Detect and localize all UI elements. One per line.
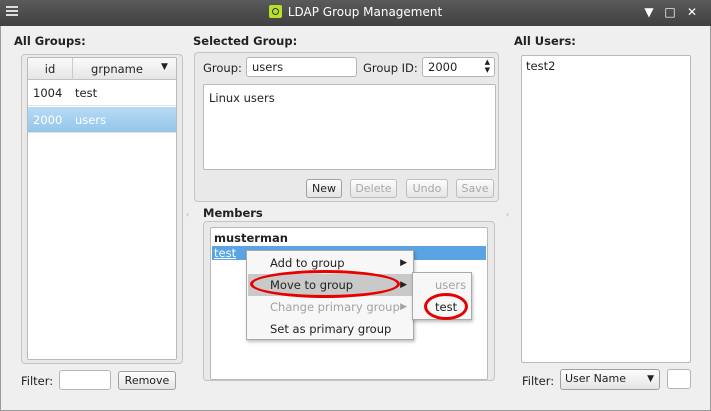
users-filter-label: Filter: [522, 374, 555, 388]
table-row-selected[interactable]: 2000 users [28, 107, 176, 133]
group-description-textarea[interactable]: Linux users [203, 84, 496, 170]
title-bar: LDAP Group Management ▼ □ ✕ [0, 0, 711, 26]
chevron-right-icon: ▶ [400, 280, 407, 290]
column-header-id[interactable]: id [28, 62, 72, 76]
row-name: test [75, 86, 98, 100]
group-name-label: Group: [203, 61, 242, 75]
close-icon[interactable]: ✕ [685, 5, 699, 19]
highlight-ellipse-test [424, 293, 468, 320]
members-label: Members [203, 206, 263, 220]
row-id: 1004 [33, 86, 63, 100]
group-id-label: Group ID: [363, 61, 418, 75]
menu-item-change-primary-group[interactable]: Change primary group ▶ [248, 296, 412, 318]
window-title: LDAP Group Management [0, 5, 711, 19]
menu-item-label: Add to group [270, 256, 345, 270]
selected-group-frame: Group: users Group ID: 2000 ▲ ▼ Linux use… [194, 52, 499, 202]
row-name: users [75, 113, 107, 127]
spin-arrows-icon[interactable]: ▲ ▼ [485, 58, 490, 74]
menu-item-set-as-primary-group[interactable]: Set as primary group [248, 318, 412, 340]
undo-button[interactable]: Undo [406, 179, 448, 198]
menu-item-label: Set as primary group [270, 322, 392, 336]
selected-group-label: Selected Group: [193, 34, 298, 48]
sort-down-icon[interactable]: ▼ [161, 62, 168, 72]
users-filter-input[interactable] [667, 369, 691, 389]
maximize-icon[interactable]: □ [663, 5, 677, 19]
chevron-down-icon: ▼ [647, 374, 654, 384]
app-icon [268, 5, 282, 18]
users-list[interactable]: test2 [521, 55, 691, 363]
main-window: All Groups: id grpname ▼ 1004 test 2000 … [0, 26, 711, 411]
delete-button[interactable]: Delete [350, 179, 397, 198]
users-filter-field-value: User Name [565, 372, 627, 385]
group-id-value: 2000 [428, 60, 458, 74]
highlight-ellipse-move-to-group [250, 270, 400, 298]
users-filter-field-select[interactable]: User Name ▼ [560, 369, 660, 390]
groups-table-header: id grpname ▼ [28, 58, 176, 80]
submenu-item-users[interactable]: users [435, 278, 466, 292]
row-id: 2000 [33, 113, 63, 127]
groups-table[interactable]: id grpname ▼ 1004 test 2000 users [27, 57, 177, 360]
splitter-handle-left[interactable]: ‹ [186, 210, 189, 219]
window-title-text: LDAP Group Management [287, 5, 443, 19]
group-description-text: Linux users [209, 91, 275, 105]
groups-filter-label: Filter: [21, 374, 54, 388]
group-name-input[interactable]: users [246, 57, 357, 77]
list-item[interactable]: test2 [526, 59, 555, 73]
group-id-spinbox[interactable]: 2000 ▲ ▼ [422, 57, 495, 77]
chevron-right-icon: ▶ [400, 258, 407, 268]
column-header-grpname[interactable]: grpname [73, 62, 161, 76]
remove-button[interactable]: Remove [118, 371, 176, 390]
all-users-label: All Users: [514, 34, 576, 48]
new-button[interactable]: New [306, 179, 342, 198]
all-groups-label: All Groups: [14, 34, 86, 48]
table-row[interactable]: 1004 test [28, 80, 176, 106]
splitter-handle-right[interactable]: ‹ [506, 210, 509, 219]
groups-filter-input[interactable] [59, 370, 111, 390]
minimize-icon[interactable]: ▼ [642, 5, 656, 19]
menu-item-label: Change primary group [270, 300, 400, 314]
save-button[interactable]: Save [456, 179, 494, 198]
all-groups-frame: id grpname ▼ 1004 test 2000 users [21, 54, 183, 364]
list-item[interactable]: musterman [214, 231, 288, 245]
chevron-right-icon: ▶ [400, 302, 407, 312]
